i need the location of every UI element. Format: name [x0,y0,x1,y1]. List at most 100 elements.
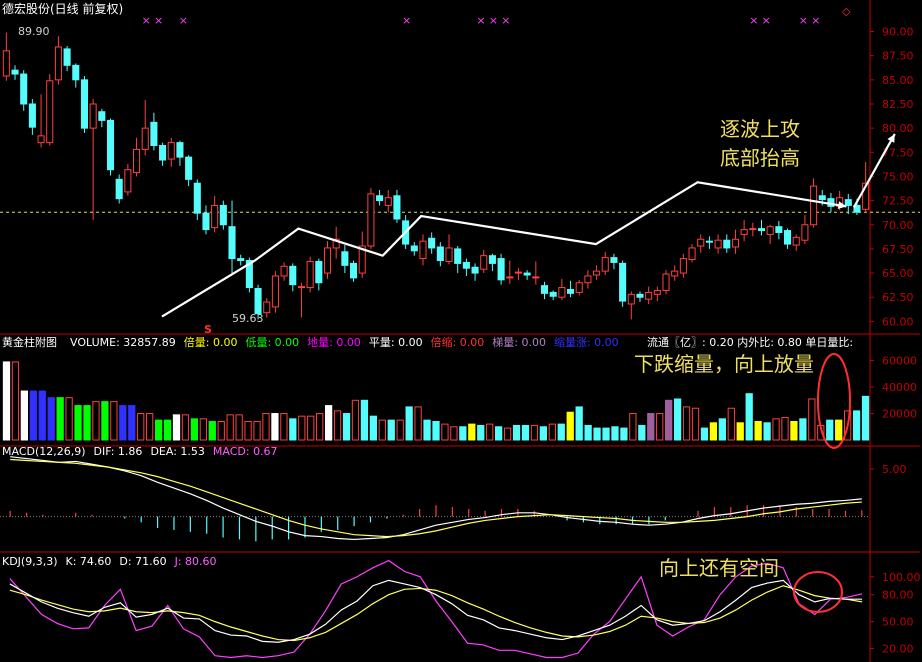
kdj-tick-label-2: 50.00 [882,616,914,629]
candle-body-66 [575,282,583,293]
candle-body-79 [688,247,696,261]
price-tick-label-7: 72.50 [882,195,914,208]
x-marker-4: × [476,14,485,27]
candle-body-75 [653,289,661,295]
volume-bar-6 [56,397,64,441]
candle-body-69 [601,257,609,272]
volume-bar-62 [557,423,565,441]
price-tick-label-6: 75.00 [882,170,914,183]
candle-body-52 [454,248,462,264]
candle-body-8 [72,64,80,81]
candle-body-88 [766,226,774,235]
volume-bar-27 [244,420,252,441]
candle-body-71 [619,262,627,302]
candle-body-97 [844,199,852,206]
annotation-line2: 底部抬高 [720,146,800,170]
candle-body-61 [532,276,540,279]
candle-body-37 [323,247,332,274]
kdj-circle [793,571,843,613]
volume-title: 黄金柱附图 [2,335,57,349]
candle-body-12 [106,119,115,171]
volume-bar-30 [271,413,279,441]
candle-body-25 [219,204,227,226]
macd-header-item-1: DIF: 1.86 [94,445,143,458]
volume-bar-74 [665,399,673,441]
volume-bar-67 [602,427,610,441]
low-label: 59.63 [232,312,264,325]
s-marker: S [204,323,212,336]
candle-body-68 [593,270,601,276]
volume-bar-96 [861,395,870,441]
main-title: 德宏股份(日线 前复权) [2,1,123,16]
candle-body-47 [410,245,418,252]
volume-bar-13 [119,405,127,441]
candle-body-51 [445,247,453,262]
candle-body-64 [558,287,566,298]
kdj-header-item-1: K: 74.60 [66,555,112,568]
volume-bar-37 [333,410,342,441]
volume-bar-44 [396,419,404,441]
volume-bar-26 [235,414,243,441]
volume-bar-15 [137,413,145,441]
volume-bar-52 [468,423,476,441]
volume-bar-87 [781,417,789,441]
trend-arrow-0 [161,181,847,318]
volume-bar-92 [826,419,834,441]
volume-header-item-6: 梯量: 0.00 [492,336,546,349]
candle-body-16 [141,127,149,150]
volume-bar-83 [745,393,753,441]
candle-body-23 [202,212,210,231]
volume-bar-58 [521,424,530,441]
candle-body-4 [37,135,45,144]
candle-body-81 [705,240,713,243]
corner-marker[interactable]: ◇ [842,5,851,18]
volume-tick-label-2: 20000 [882,408,917,421]
candle-body-6 [54,46,62,81]
volume-header-item-2: 低量: 0.00 [245,336,299,349]
volume-bar-51 [459,426,467,441]
macd-header-item-0: MACD(12,26,9) [2,445,86,458]
volume-tick-label-1: 40000 [882,381,917,394]
x-marker-6: × [501,14,510,27]
kdj-tick-label-0: 100.00 [882,571,921,584]
volume-bar-59 [530,424,539,441]
candle-body-80 [697,238,705,247]
candle-body-15 [133,148,141,174]
volume-bar-29 [262,413,270,441]
price-tick-label-9: 67.50 [882,243,914,256]
volume-right-info: 流通〖亿〗: 0.20 内外比: 0.80 单日量比: [647,335,853,349]
macd-header-item-3: MACD: 0.67 [213,445,278,458]
volume-bar-60 [539,426,548,441]
candle-body-92 [801,224,809,241]
candle-body-35 [306,260,314,289]
volume-bar-18 [163,419,172,441]
candle-body-83 [723,239,731,249]
volume-bar-64 [575,406,583,441]
candle-body-89 [775,226,783,233]
volume-bar-63 [566,411,574,441]
candle-body-86 [749,228,757,231]
macd-panel[interactable] [9,456,863,542]
x-marker-1: × [154,14,163,27]
volume-header-item-7: 缩量涨: 0.00 [554,336,619,349]
volume-bar-71 [638,424,646,441]
candle-body-21 [185,156,193,180]
volume-bar-40 [360,399,369,441]
volume-bar-12 [110,401,118,441]
x-marker-8: × [762,14,771,27]
candle-body-10 [89,103,97,129]
volume-bar-42 [378,419,386,441]
candle-body-31 [271,275,279,308]
volume-bar-10 [92,401,100,441]
volume-bar-75 [673,398,682,441]
volume-bar-31 [280,413,288,441]
candle-body-53 [462,261,470,269]
kdj-header-item-3: J: 80.60 [174,555,217,568]
candle-body-49 [428,237,436,249]
candle-body-26 [228,226,236,260]
candle-body-44 [384,197,392,206]
x-marker-5: × [489,14,498,27]
candle-body-54 [471,266,479,274]
price-tick-label-8: 70.00 [882,219,914,232]
annotation-line1: 逐波上攻 [720,117,800,141]
